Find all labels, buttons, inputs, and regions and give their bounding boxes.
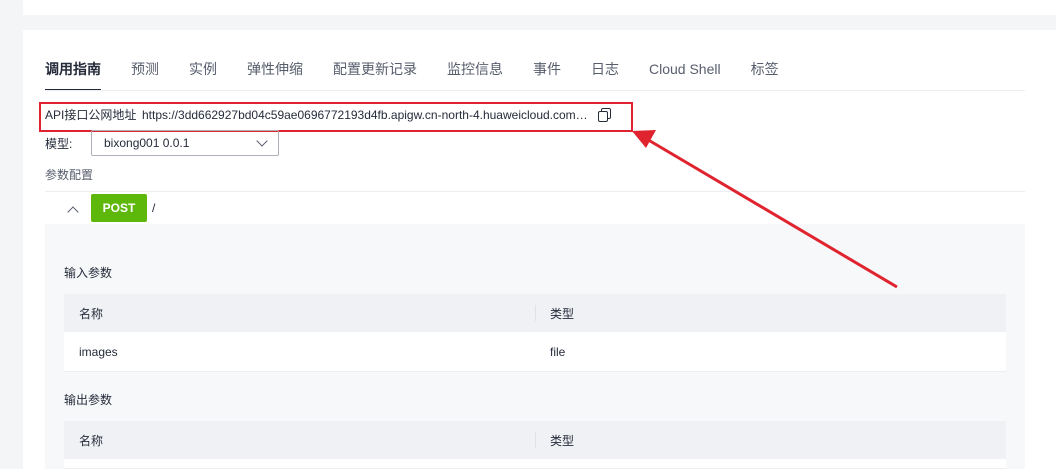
table-row [64,459,1006,469]
tab-instances[interactable]: 实例 [189,59,217,79]
endpoint-row: POST / [45,194,155,222]
tabs-divider [45,90,1025,91]
endpoint-path: / [152,201,156,215]
output-params-table: 名称 类型 [64,421,1006,469]
param-name: images [79,344,118,359]
tab-autoscaling[interactable]: 弹性伸缩 [247,59,303,79]
tab-config-history[interactable]: 配置更新记录 [333,59,417,79]
tab-monitoring[interactable]: 监控信息 [447,59,503,79]
tab-bar: 调用指南 预测 实例 弹性伸缩 配置更新记录 监控信息 事件 日志 Cloud … [45,59,809,91]
model-select[interactable]: bixong001 0.0.1 [91,130,279,156]
tab-logs[interactable]: 日志 [591,59,619,79]
model-row: 模型: bixong001 0.0.1 [45,130,279,156]
column-header-name: 名称 [79,306,104,321]
tab-predict[interactable]: 预测 [131,59,159,79]
param-divider [45,191,1025,192]
table-header: 名称 类型 [64,294,1006,332]
tab-call-guide[interactable]: 调用指南 [45,59,101,91]
tab-events[interactable]: 事件 [533,59,561,79]
method-badge: POST [91,194,147,222]
tab-tags[interactable]: 标签 [751,59,779,79]
table-header: 名称 类型 [64,421,1006,459]
input-params-table: 名称 类型 images file [64,294,1006,372]
param-config-title: 参数配置 [45,168,94,182]
annotation-highlight-box [39,102,633,132]
output-params-title: 输出参数 [64,393,113,407]
chevron-up-icon[interactable] [67,206,79,218]
column-header-type: 类型 [550,306,575,321]
param-type: file [550,344,566,359]
column-header-type: 类型 [550,433,575,448]
model-select-value: bixong001 0.0.1 [104,136,190,150]
main-card: 调用指南 预测 实例 弹性伸缩 配置更新记录 监控信息 事件 日志 Cloud … [23,30,1056,469]
input-params-title: 输入参数 [64,266,113,280]
top-card [23,0,1056,15]
table-row: images file [64,332,1006,372]
chevron-down-icon [256,135,268,147]
tab-cloud-shell[interactable]: Cloud Shell [649,59,721,79]
column-header-name: 名称 [79,433,104,448]
model-label: 模型: [45,136,73,151]
